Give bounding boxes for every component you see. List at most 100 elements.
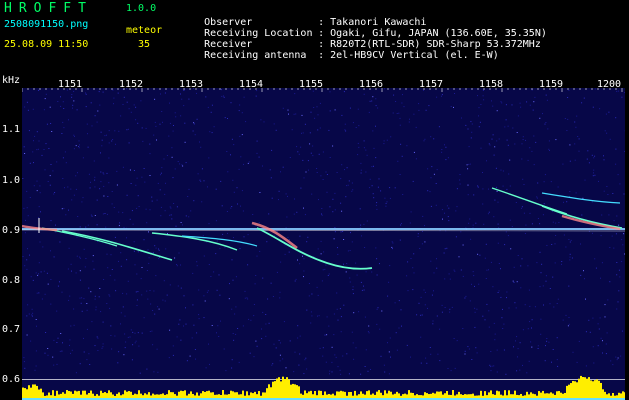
- noise-speck: [369, 100, 371, 102]
- noise-speck: [601, 214, 603, 216]
- noise-speck: [246, 297, 248, 299]
- noise-speck: [580, 243, 581, 245]
- noise-speck: [307, 160, 309, 162]
- noise-speck: [456, 206, 458, 208]
- noise-speck: [600, 277, 601, 279]
- noise-speck: [593, 362, 595, 364]
- noise-speck: [28, 313, 30, 315]
- noise-speck: [491, 138, 493, 140]
- noise-speck: [129, 218, 131, 220]
- noise-speck: [226, 151, 228, 152]
- noise-speck: [352, 289, 354, 291]
- noise-speck: [61, 291, 63, 293]
- noise-speck: [223, 95, 224, 97]
- noise-speck: [33, 140, 34, 142]
- noise-speck: [130, 183, 132, 184]
- noise-speck: [141, 294, 143, 296]
- noise-speck: [253, 356, 255, 358]
- noise-speck: [84, 266, 86, 268]
- noise-speck: [75, 272, 77, 274]
- noise-speck: [446, 247, 448, 249]
- noise-speck: [102, 91, 104, 93]
- noise-speck: [175, 225, 177, 227]
- noise-speck: [94, 179, 96, 181]
- noise-speck: [181, 98, 183, 100]
- noise-speck: [373, 165, 374, 167]
- noise-speck: [303, 177, 305, 179]
- noise-speck: [568, 89, 570, 91]
- noise-speck: [272, 363, 274, 365]
- noise-speck: [566, 130, 568, 131]
- noise-speck: [310, 111, 312, 113]
- amplitude-bar: [566, 385, 568, 400]
- noise-speck: [494, 339, 496, 341]
- noise-speck: [415, 126, 417, 128]
- noise-speck: [65, 162, 67, 164]
- noise-speck: [162, 299, 164, 301]
- noise-speck: [79, 363, 81, 365]
- amplitude-bar: [280, 381, 282, 400]
- noise-speck: [138, 345, 140, 347]
- noise-speck: [147, 298, 149, 300]
- noise-speck: [592, 346, 594, 348]
- noise-speck: [607, 194, 609, 195]
- noise-speck: [70, 325, 72, 327]
- noise-speck: [195, 358, 196, 360]
- noise-speck: [108, 142, 110, 144]
- noise-speck: [122, 166, 124, 168]
- noise-speck: [140, 278, 142, 280]
- noise-speck: [132, 331, 134, 333]
- noise-speck: [258, 222, 260, 224]
- noise-speck: [507, 125, 509, 127]
- noise-speck: [54, 192, 56, 193]
- noise-speck: [624, 150, 625, 152]
- noise-speck: [160, 206, 162, 208]
- noise-speck: [496, 371, 498, 373]
- noise-speck: [211, 104, 213, 106]
- noise-speck: [540, 318, 542, 320]
- noise-speck: [59, 241, 61, 243]
- noise-speck: [73, 324, 75, 326]
- noise-speck: [24, 153, 26, 154]
- noise-speck: [46, 272, 48, 274]
- noise-speck: [223, 96, 225, 98]
- noise-speck: [255, 95, 257, 97]
- noise-speck: [64, 187, 65, 189]
- noise-speck: [389, 337, 391, 339]
- noise-speck: [369, 187, 371, 189]
- noise-speck: [511, 226, 513, 228]
- noise-speck: [128, 142, 130, 144]
- noise-speck: [26, 268, 28, 270]
- noise-speck: [149, 175, 151, 176]
- noise-speck: [252, 214, 254, 215]
- noise-speck: [492, 105, 494, 107]
- noise-speck: [183, 105, 185, 107]
- noise-speck: [575, 192, 577, 194]
- noise-speck: [210, 276, 212, 277]
- noise-speck: [103, 279, 105, 280]
- noise-speck: [357, 154, 359, 156]
- noise-speck: [383, 364, 385, 366]
- noise-speck: [455, 210, 457, 212]
- noise-speck: [542, 285, 544, 287]
- noise-speck: [69, 339, 71, 341]
- noise-speck: [493, 365, 495, 367]
- noise-speck: [568, 285, 570, 287]
- noise-speck: [619, 276, 621, 278]
- noise-speck: [204, 300, 206, 302]
- noise-speck: [26, 101, 28, 103]
- noise-speck: [94, 295, 96, 297]
- noise-speck: [611, 235, 613, 237]
- noise-speck: [249, 352, 251, 354]
- noise-speck: [462, 244, 464, 246]
- noise-speck: [172, 354, 174, 356]
- noise-speck: [400, 224, 402, 226]
- noise-speck: [537, 182, 539, 184]
- info-key: Receiving antenna: [204, 50, 307, 61]
- noise-speck: [594, 258, 596, 260]
- noise-speck: [158, 258, 160, 260]
- noise-speck: [514, 143, 516, 145]
- noise-speck: [395, 332, 397, 334]
- noise-speck: [49, 184, 51, 186]
- noise-speck: [60, 96, 61, 98]
